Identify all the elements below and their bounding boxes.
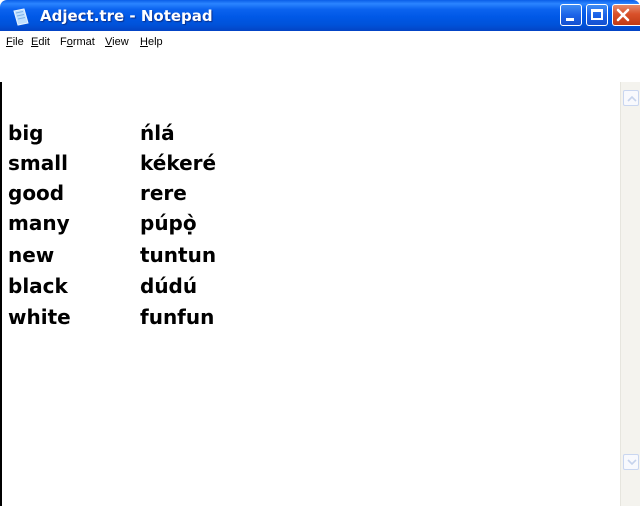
yoruba-word: tuntun (140, 243, 217, 267)
yoruba-word: dúdú (140, 274, 198, 298)
english-word: new (8, 243, 55, 267)
maximize-icon (591, 9, 603, 20)
menu-view[interactable]: View (105, 35, 129, 50)
window-title: Adject.tre - Notepad (40, 7, 213, 25)
scroll-down-button[interactable] (623, 454, 639, 470)
yoruba-word: ńlá (140, 121, 175, 145)
vertical-scrollbar[interactable] (620, 82, 640, 506)
close-button[interactable] (612, 4, 640, 26)
english-word: many (8, 211, 70, 235)
english-word: small (8, 151, 68, 175)
yoruba-word: kékeré (140, 151, 217, 175)
minimize-icon (566, 18, 574, 21)
minimize-button[interactable] (560, 4, 582, 26)
menu-edit[interactable]: Edit (31, 35, 50, 50)
menu-format[interactable]: Format (60, 35, 95, 50)
menu-help[interactable]: Help (140, 35, 163, 50)
scroll-up-button[interactable] (623, 90, 639, 106)
notepad-icon (13, 8, 29, 26)
close-icon (616, 8, 630, 22)
scroll-down-arrow-icon (627, 459, 637, 466)
yoruba-word: funfun (140, 305, 215, 329)
english-word: black (8, 274, 68, 298)
text-editor-area[interactable]: big ńlá small kékeré good rere many púpọ̀ ne… (0, 82, 620, 506)
english-word: good (8, 181, 65, 205)
english-word: white (8, 305, 71, 329)
title-bar[interactable]: Adject.tre - Notepad (0, 0, 640, 31)
english-word: big (8, 121, 44, 145)
menu-bar: File Edit Format View Help (0, 31, 640, 53)
maximize-button[interactable] (586, 4, 608, 26)
scroll-up-arrow-icon (627, 95, 637, 102)
menu-file[interactable]: File (6, 35, 24, 50)
notepad-window: Adject.tre - Notepad File Edit Format Vi… (0, 0, 640, 506)
yoruba-word: rere (140, 181, 187, 205)
yoruba-word: púpọ̀ (140, 211, 197, 235)
